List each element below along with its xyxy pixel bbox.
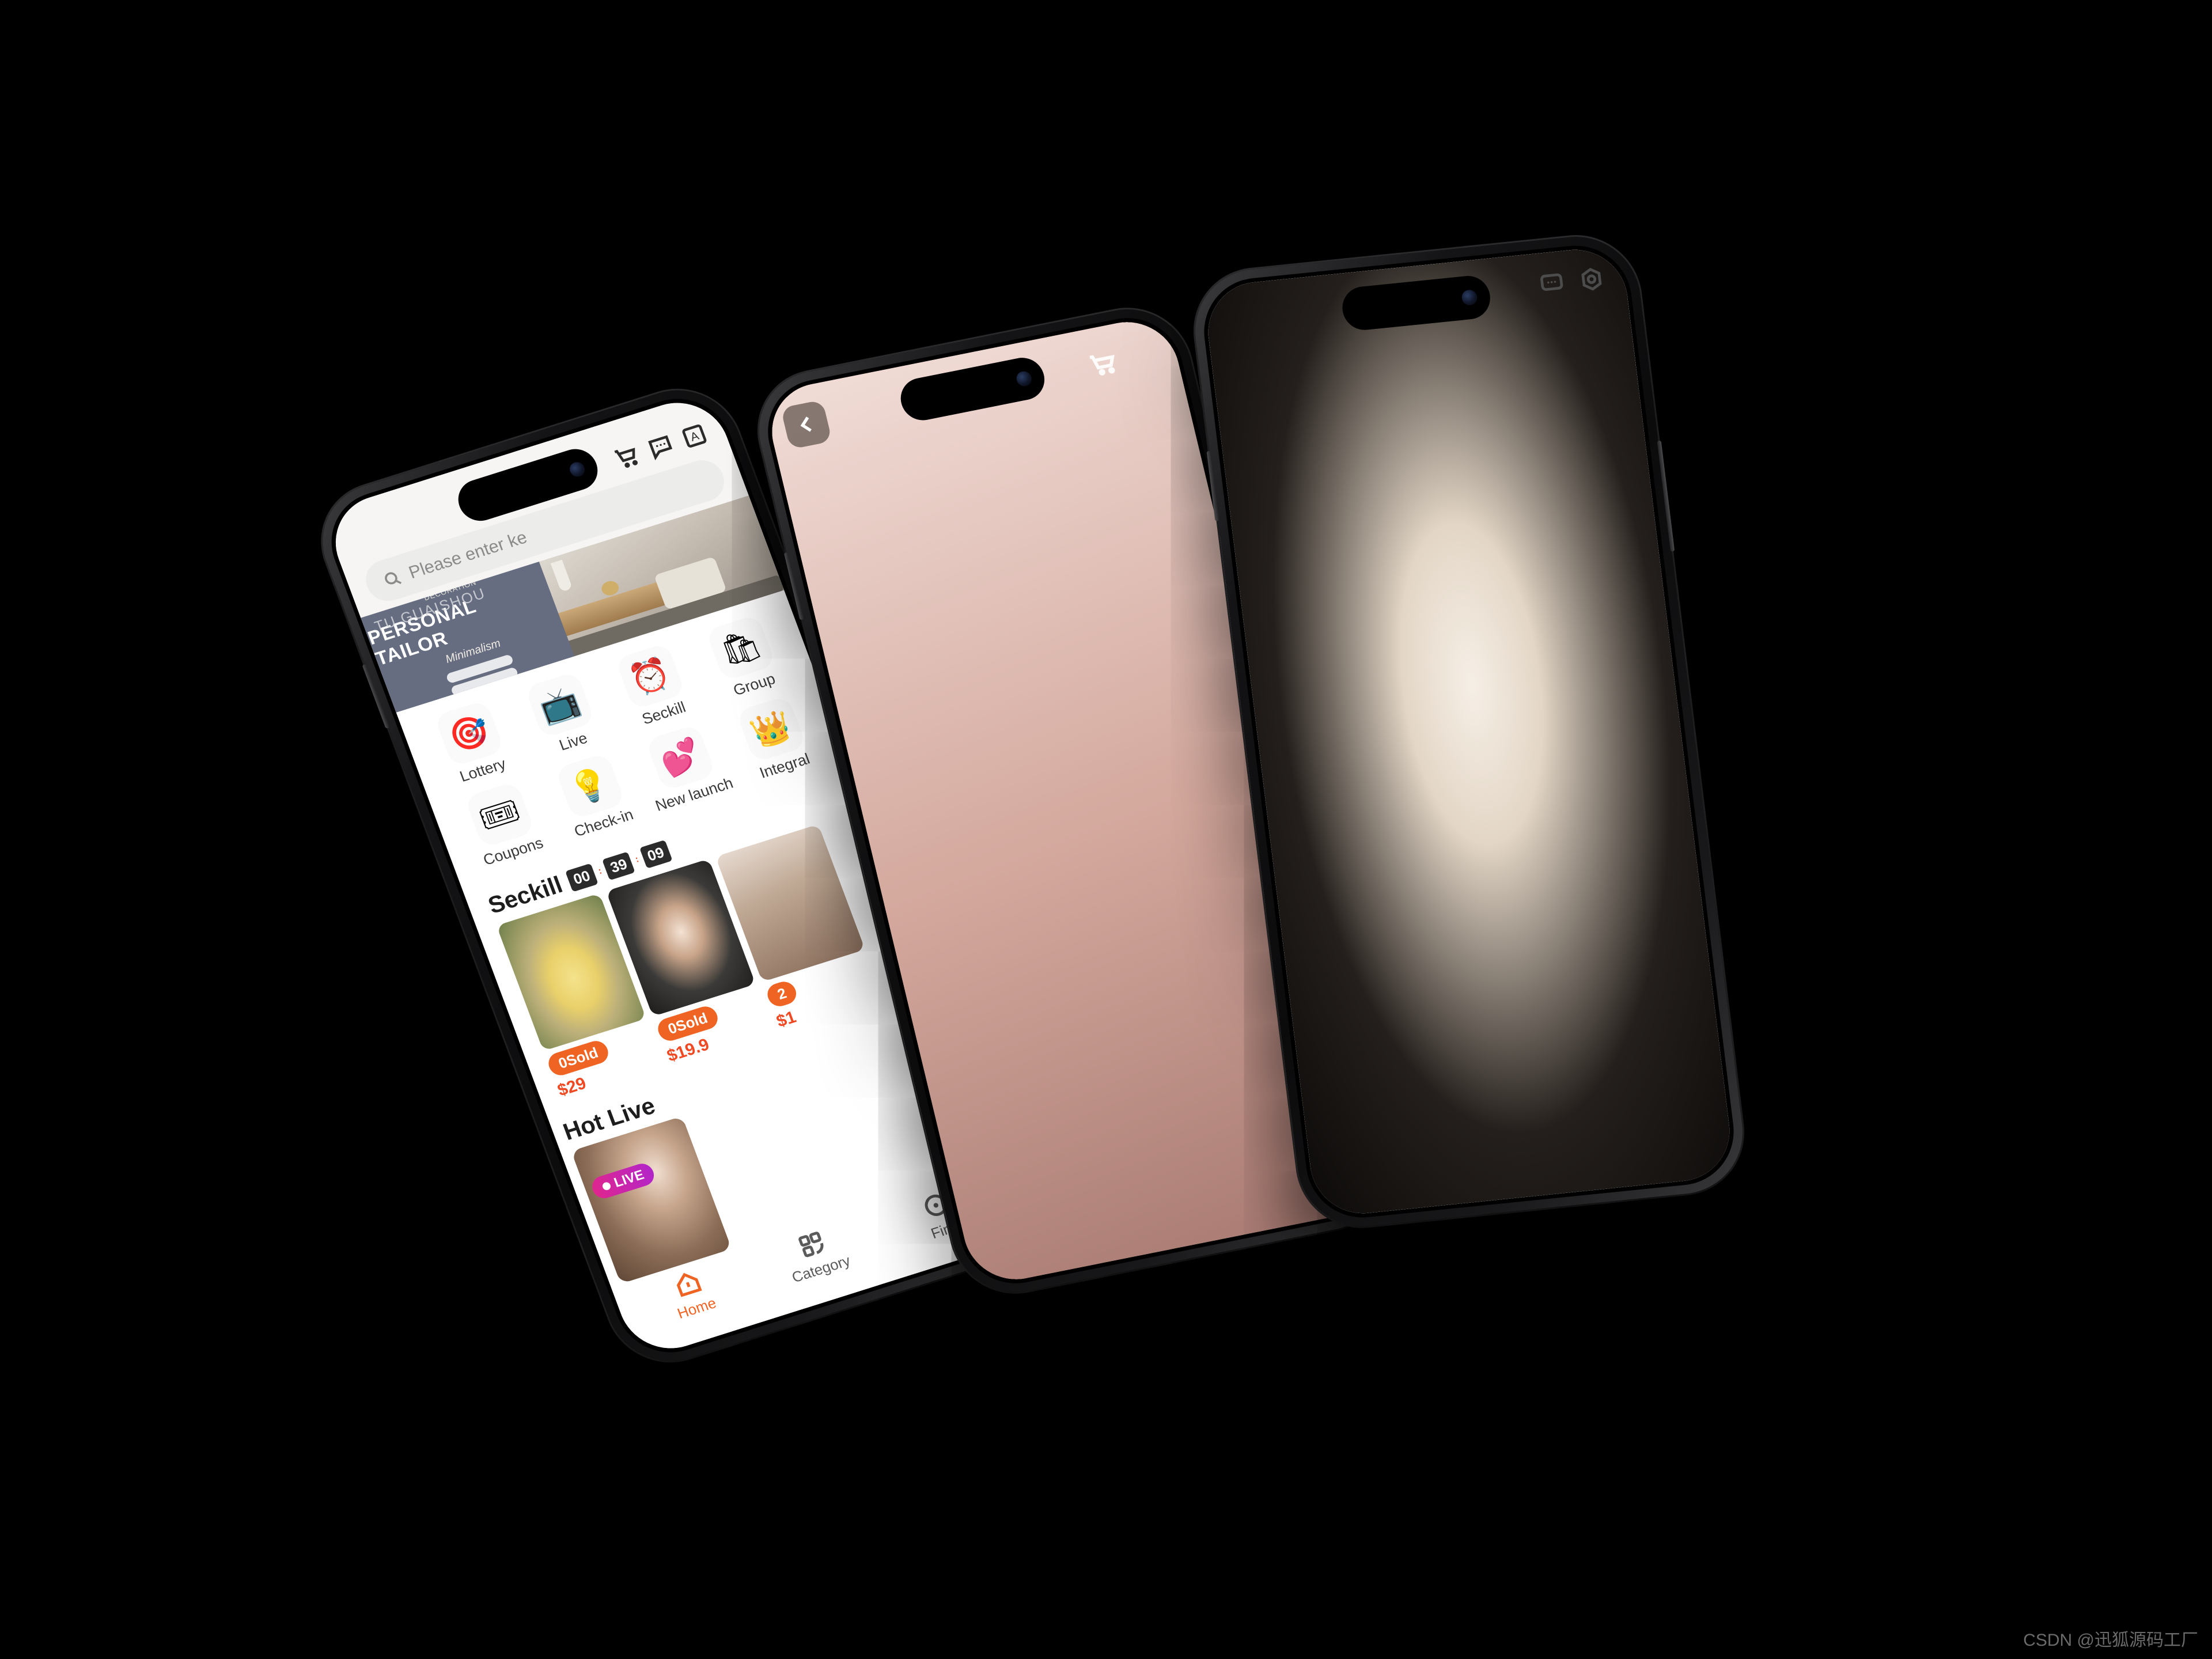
home-icon: [676, 1272, 702, 1297]
tab-cart[interactable]: Cart: [1569, 1202, 1655, 1218]
watermark: CSDN @迅狐源码工厂: [2023, 1631, 2198, 1650]
product-thumbnail: [762, 313, 1381, 1289]
front-camera-icon: [1461, 289, 1478, 306]
sold-badge: 2: [764, 979, 800, 1009]
live-monitor-icon: 📺: [524, 671, 596, 739]
tab-find[interactable]: Find: [1488, 1210, 1574, 1218]
message-dots-icon[interactable]: [1537, 268, 1567, 298]
find-icon: [1518, 1217, 1541, 1218]
recommendation-feed: [1202, 245, 1736, 1218]
cart-icon[interactable]: [610, 441, 644, 474]
svg-text:A: A: [688, 429, 700, 444]
tab-my[interactable]: My: [1649, 1194, 1735, 1218]
chat-icon[interactable]: [644, 430, 678, 463]
smiley-icon: [1679, 1200, 1702, 1218]
menu-label: Live: [556, 729, 590, 754]
cart-icon: [1600, 1211, 1620, 1218]
gear-hex-icon[interactable]: [1577, 264, 1607, 294]
apps-icon[interactable]: A: [677, 420, 711, 452]
front-camera-icon: [567, 460, 587, 479]
timer-minutes: 39: [602, 851, 635, 880]
front-camera-icon: [1014, 370, 1033, 388]
composition-stage: A Please enter ke TU GUAISHOU PERSONAL T…: [0, 0, 2212, 1659]
tab-label: Category: [789, 1252, 853, 1286]
feed-item[interactable]: [1202, 245, 1736, 1218]
category-icon: [798, 1232, 824, 1257]
chevron-left-icon: [800, 416, 812, 432]
timer-hours: 00: [565, 863, 599, 892]
timer-seconds: 09: [639, 839, 673, 869]
store-product-item[interactable]: TG 连衣..: [762, 313, 1381, 1289]
search-icon: [385, 572, 402, 585]
